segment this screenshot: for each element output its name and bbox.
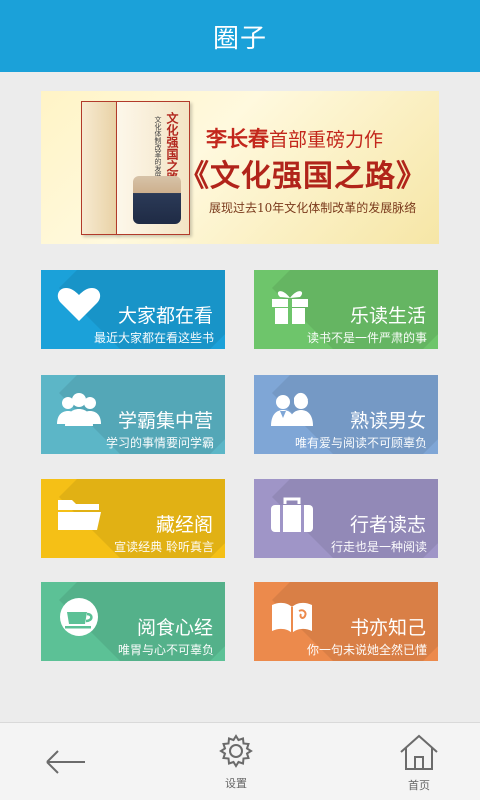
tile-classics-library[interactable]: 藏经阁 宣读经典 聆听真言: [41, 479, 225, 558]
tile-popular[interactable]: 大家都在看 最近大家都在看这些书: [41, 270, 225, 349]
tile-book-soulmate[interactable]: 书亦知己 你一句未说她全然已懂: [254, 582, 438, 661]
home-icon: [400, 734, 438, 770]
tile-title: 阅食心经: [136, 617, 213, 639]
settings-button[interactable]: 设置: [206, 733, 266, 795]
folder-icon: [58, 500, 101, 530]
tile-title: 行者读志: [349, 514, 426, 536]
tile-subtitle: 学习的事情要问学霸: [105, 436, 214, 450]
tile-study-camp[interactable]: 学霸集中营 学习的事情要问学霸: [41, 375, 225, 454]
banner-headline-rest: 首部重磅力作: [269, 129, 384, 151]
banner-tagline: 展现过去10年文化体制改革的发展脉络: [209, 201, 417, 215]
tile-subtitle: 唯胃与心不可辜负: [117, 643, 214, 657]
gift-icon: [272, 291, 308, 324]
banner-book-title: 《文化强国之路》: [179, 159, 427, 194]
promo-banner[interactable]: 文化强国之路 文化体制改革的发展脉络 李长春首部重磅力作 《文化强国之路》 展现…: [41, 91, 439, 244]
tile-title: 大家都在看: [117, 305, 213, 327]
app-header: 圈子: [0, 0, 480, 72]
settings-label: 设置: [225, 777, 247, 790]
bottom-toolbar: 设置 首页: [0, 722, 480, 800]
back-button[interactable]: [45, 747, 87, 777]
tile-subtitle: 唯有爱与阅读不可顾辜负: [294, 436, 427, 450]
heart-icon: [57, 288, 101, 321]
tile-title: 乐读生活: [349, 305, 426, 327]
tile-leisure-reading[interactable]: 乐读生活 读书不是一件严肃的事: [254, 270, 438, 349]
tile-subtitle: 你一句未说她全然已懂: [306, 643, 427, 657]
gear-icon: [219, 734, 253, 768]
tile-food-reading[interactable]: 阅食心经 唯胃与心不可辜负: [41, 582, 225, 661]
users-icon: [57, 393, 101, 426]
tile-title: 学霸集中营: [117, 410, 213, 432]
home-label: 首页: [408, 779, 430, 792]
page-title: 圈子: [212, 23, 267, 54]
suitcase-icon: [271, 497, 313, 532]
tile-subtitle: 宣读经典 聆听真言: [114, 540, 214, 554]
book-cover-back: [81, 101, 117, 235]
coffee-cup-icon: [60, 598, 98, 636]
tile-travel-reading[interactable]: 行者读志 行走也是一种阅读: [254, 479, 438, 558]
banner-author: 李长春: [206, 126, 269, 151]
arrow-left-icon: [46, 750, 85, 774]
author-portrait: [133, 176, 181, 224]
tile-subtitle: 行走也是一种阅读: [330, 540, 427, 554]
tile-subtitle: 最近大家都在看这些书: [93, 331, 214, 345]
open-book-icon: [272, 602, 312, 633]
tile-title: 熟读男女: [349, 410, 426, 432]
tile-title: 书亦知己: [349, 617, 426, 639]
tile-subtitle: 读书不是一件严肃的事: [306, 331, 427, 345]
couple-icon: [271, 392, 313, 426]
banner-headline: 李长春首部重磅力作: [206, 123, 383, 153]
tile-couples-reading[interactable]: 熟读男女 唯有爱与阅读不可顾辜负: [254, 375, 438, 454]
home-button[interactable]: 首页: [388, 733, 450, 795]
tile-title: 藏经阁: [155, 514, 213, 536]
